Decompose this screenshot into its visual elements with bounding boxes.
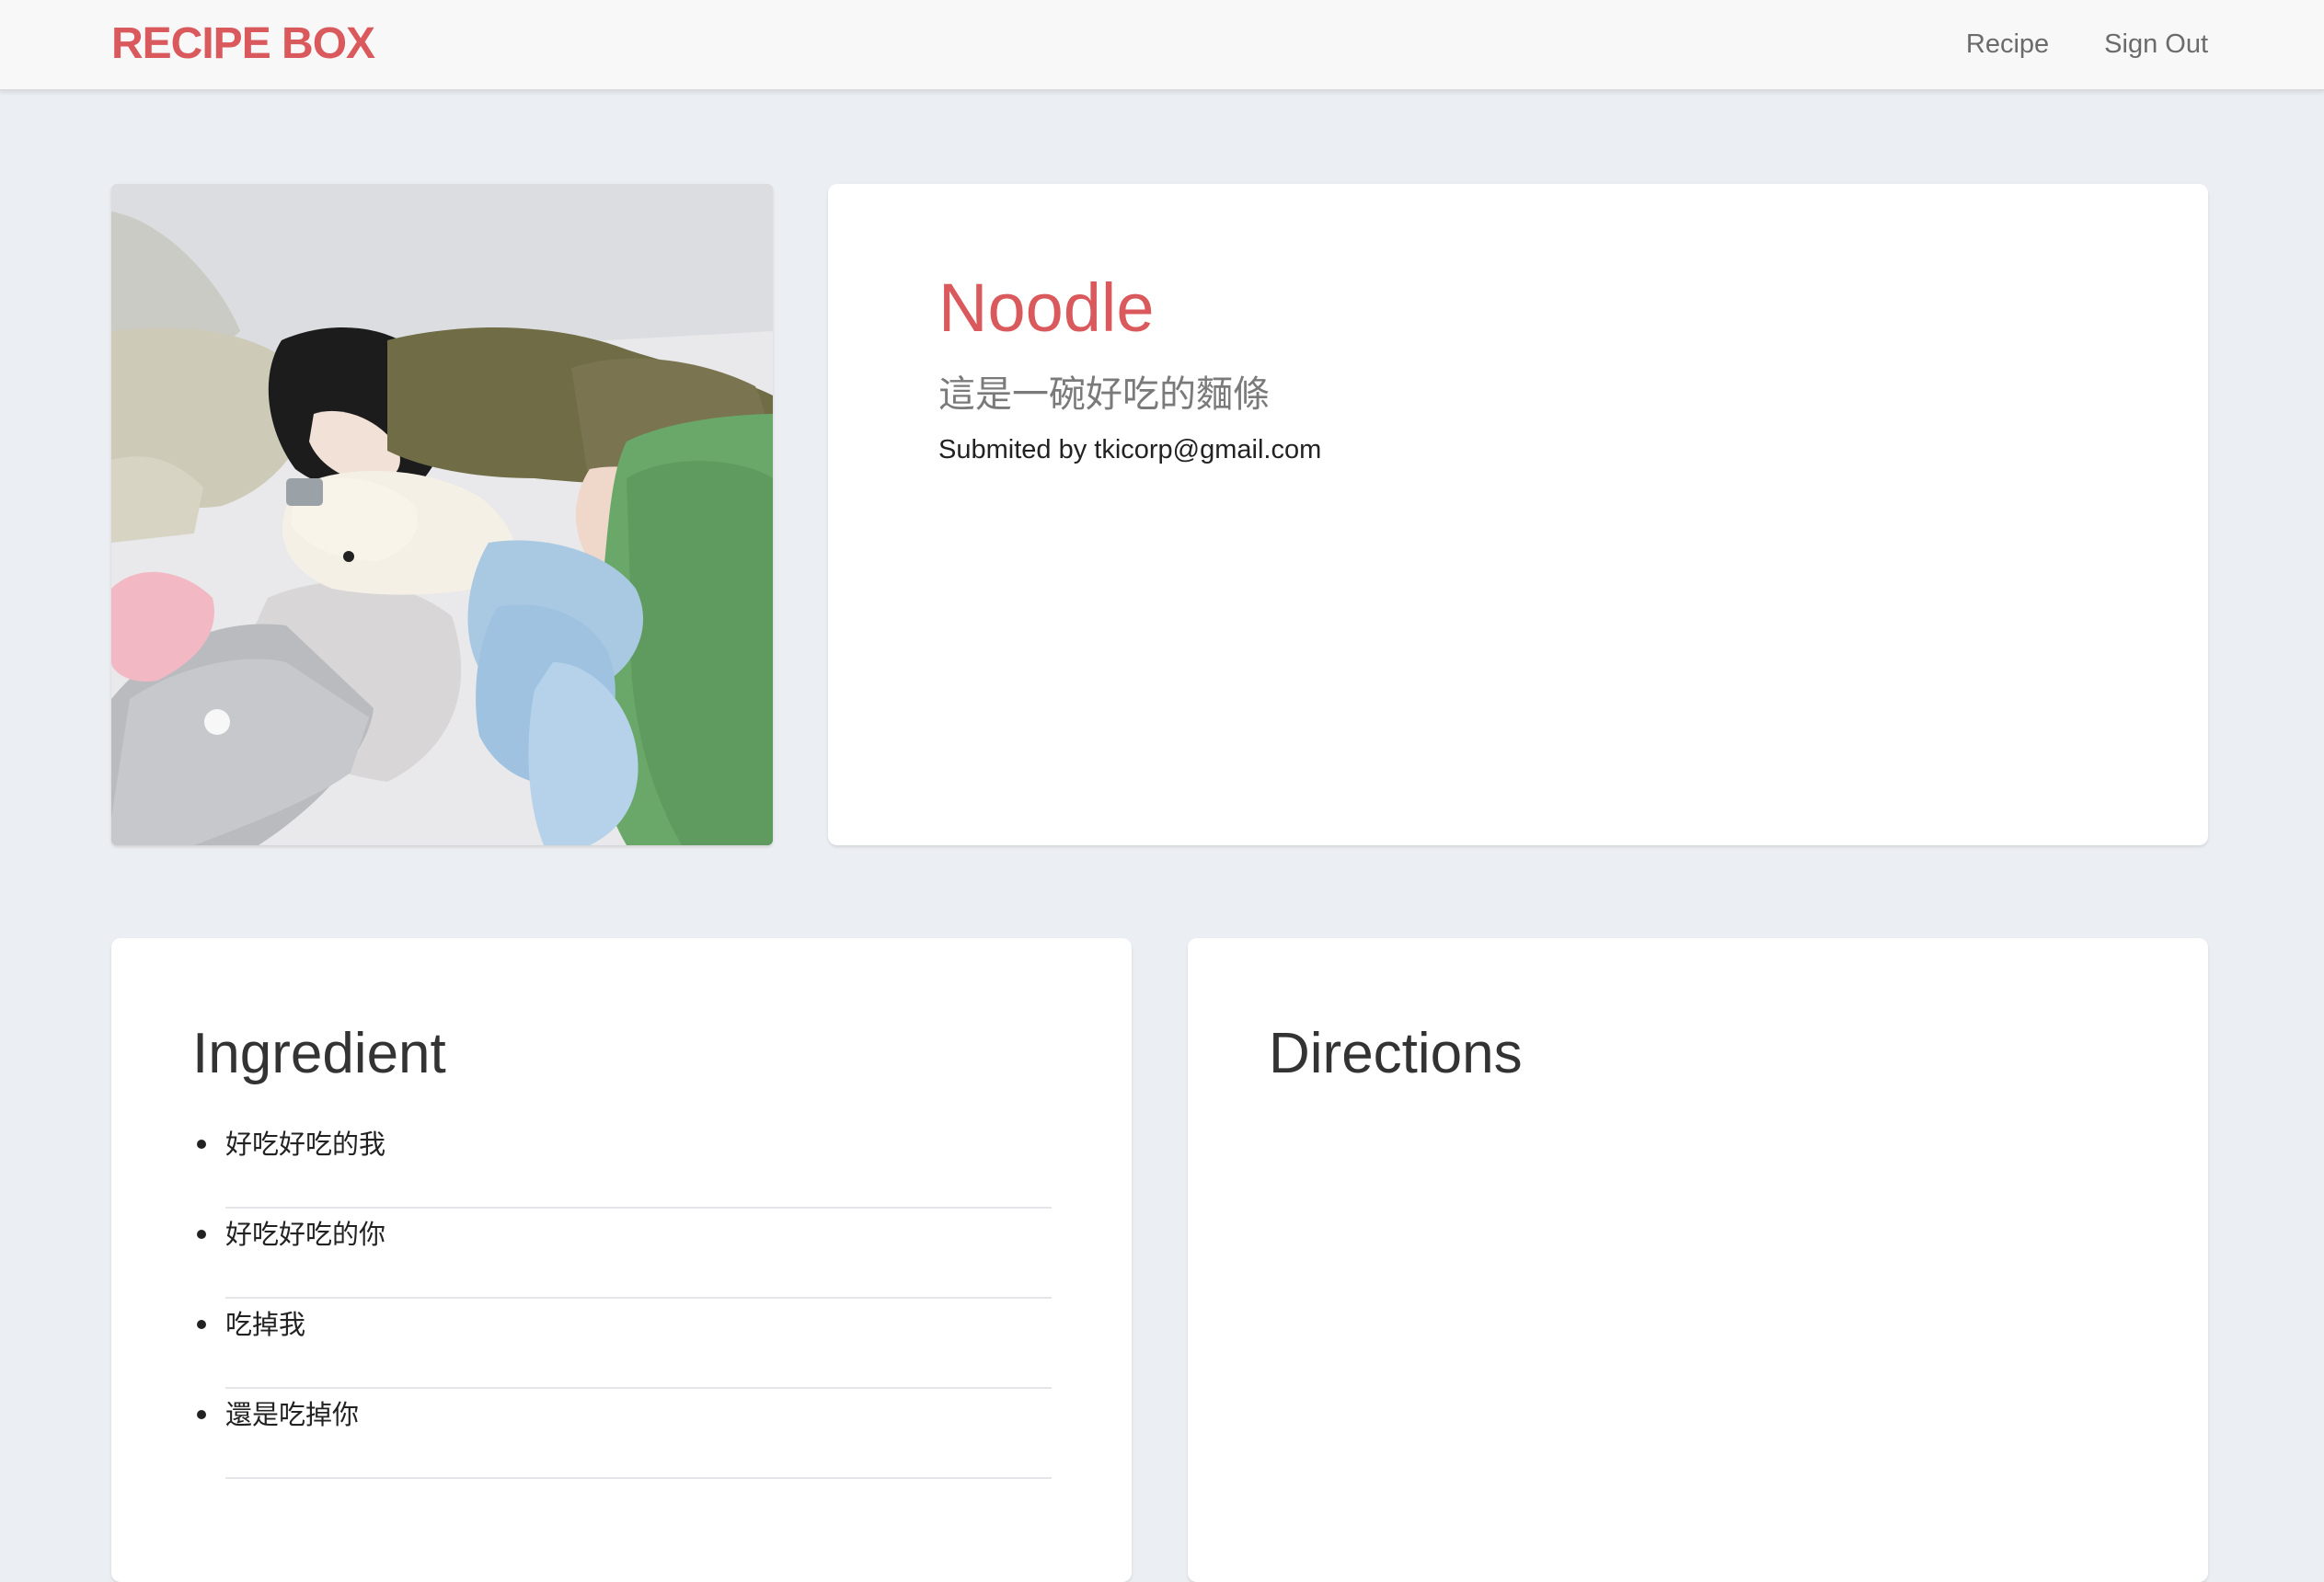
nav-link-sign-out[interactable]: Sign Out: [2104, 29, 2208, 60]
ingredient-title: Ingredient: [192, 1022, 446, 1085]
nav-links: Recipe Sign Out: [1966, 29, 2208, 60]
ingredient-item: 還是吃掉你: [197, 1391, 1052, 1479]
brand-logo[interactable]: RECIPE BOX: [111, 18, 375, 69]
submitted-by: Submited by tkicorp@gmail.com: [938, 435, 1322, 464]
bullet-icon: [197, 1230, 206, 1239]
directions-card: Directions: [1188, 938, 2208, 1582]
ingredient-item: 好吃好吃的你: [197, 1210, 1052, 1299]
nav-link-recipe[interactable]: Recipe: [1966, 29, 2049, 60]
ingredient-text: 吃掉我: [225, 1309, 306, 1340]
bullet-icon: [197, 1140, 206, 1149]
directions-title: Directions: [1269, 1022, 1523, 1085]
ingredient-card: Ingredient 好吃好吃的我 好吃好吃的你 吃掉我 還是吃掉你: [111, 938, 1132, 1582]
navbar: RECIPE BOX Recipe Sign Out: [0, 0, 2324, 91]
ingredient-item: 好吃好吃的我: [197, 1120, 1052, 1209]
ingredient-list: 好吃好吃的我 好吃好吃的你 吃掉我 還是吃掉你: [197, 1120, 1052, 1481]
ingredient-text: 還是吃掉你: [225, 1399, 360, 1430]
bullet-icon: [197, 1410, 206, 1419]
ingredient-text: 好吃好吃的我: [225, 1129, 386, 1160]
recipe-photo: [111, 184, 773, 845]
recipe-description: 這是一碗好吃的麵條: [938, 373, 1270, 416]
bullet-icon: [197, 1320, 206, 1329]
ingredient-item: 吃掉我: [197, 1301, 1052, 1389]
recipe-info-card: Noodle 這是一碗好吃的麵條 Submited by tkicorp@gma…: [828, 184, 2208, 845]
ingredient-text: 好吃好吃的你: [225, 1219, 386, 1250]
recipe-title: Noodle: [938, 269, 1155, 346]
